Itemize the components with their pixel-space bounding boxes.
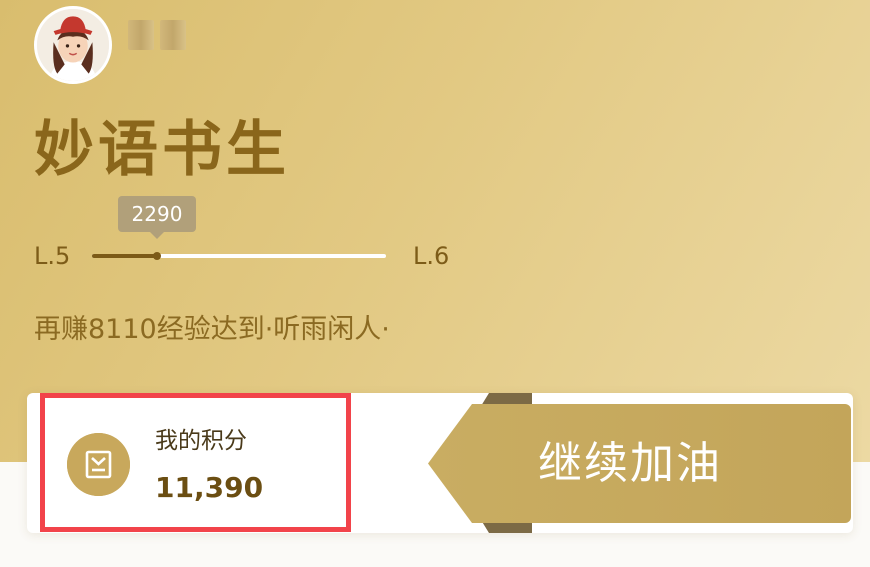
next-level-label: L.6 [413,242,450,270]
keep-going-button[interactable]: 继续加油 [428,404,851,523]
level-progress-hint: 再赚8110经验达到·听雨闲人· [34,314,390,345]
avatar-girl-icon [37,9,109,81]
username-redacted [128,20,190,50]
level-progress-bar [92,252,386,260]
points-highlight-box [40,393,351,532]
rank-title: 妙语书生 [34,115,290,185]
xp-tooltip: 2290 [118,196,196,239]
level-progress-knob [152,252,161,260]
current-level-label: L.5 [34,242,71,270]
avatar[interactable] [34,6,112,84]
level-progress-fill [92,254,157,258]
keep-going-label: 继续加油 [538,438,722,489]
